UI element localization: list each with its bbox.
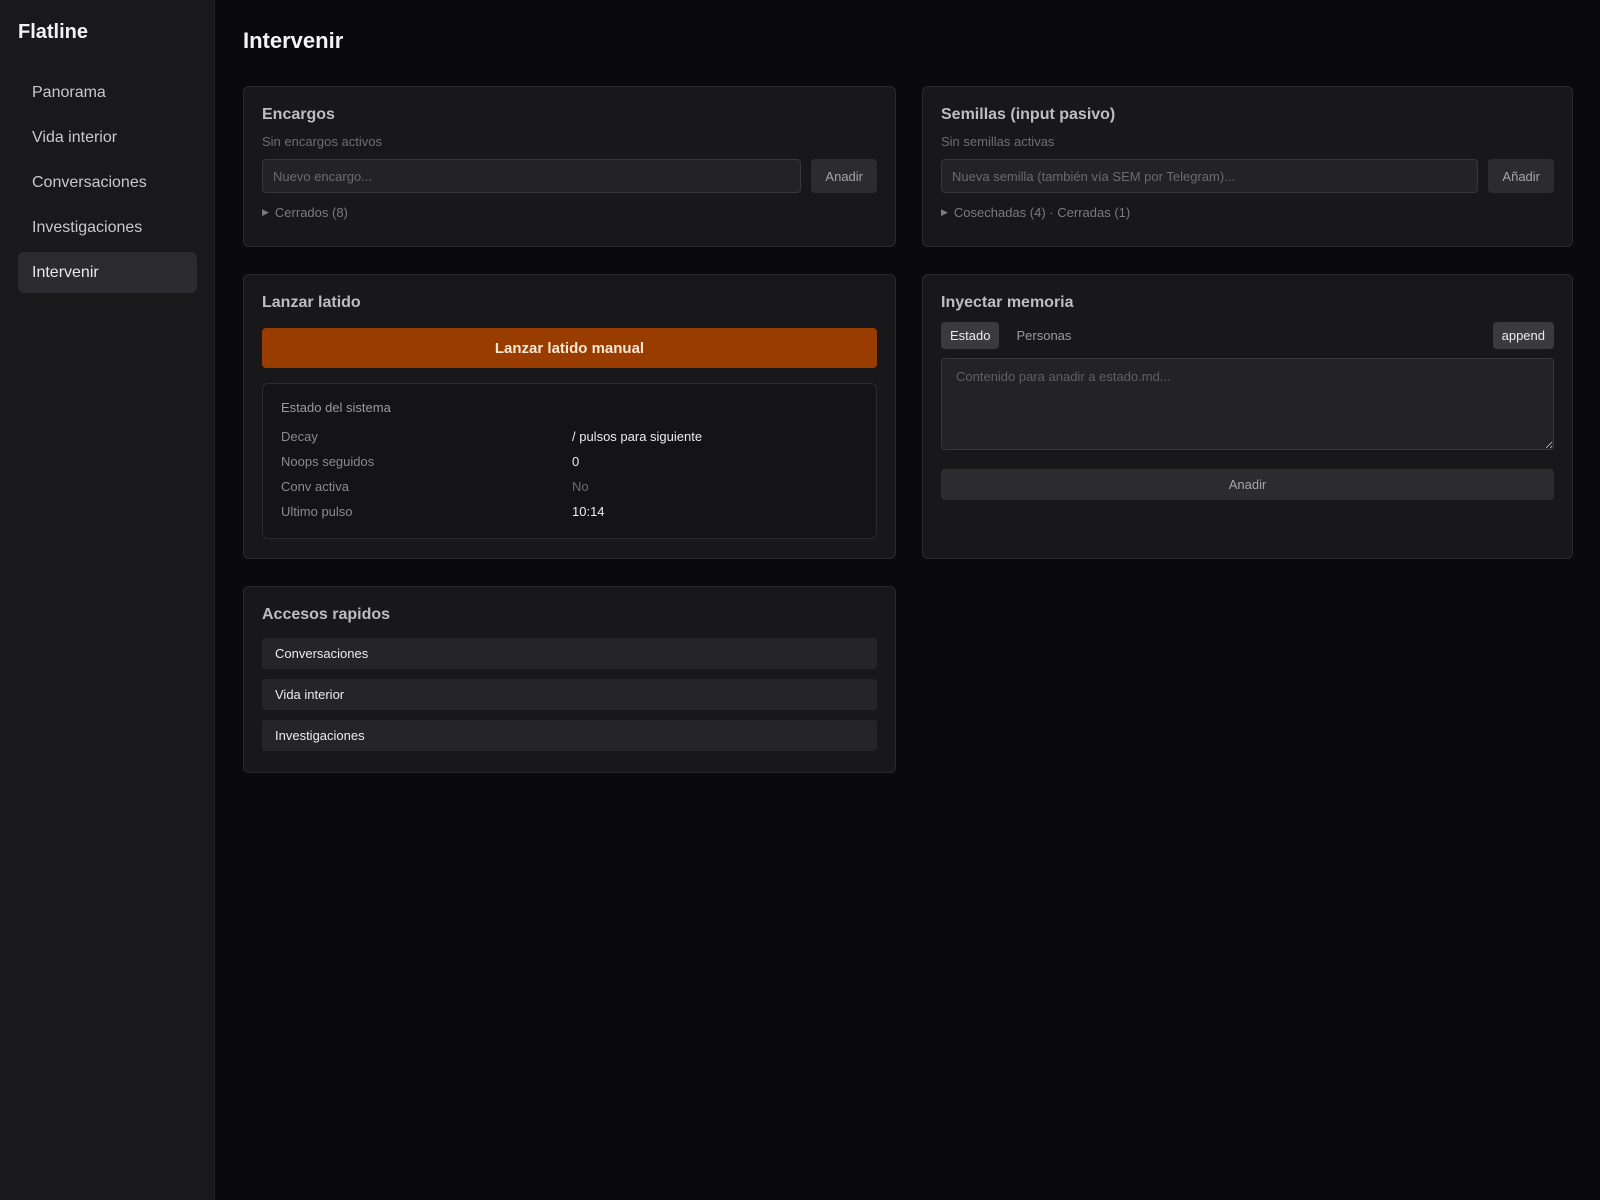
sidebar-item-conversaciones[interactable]: Conversaciones [18, 162, 197, 203]
accesos-title: Accesos rapidos [262, 606, 391, 623]
disclosure-triangle-icon: ▶ [262, 207, 269, 217]
launch-heartbeat-button[interactable]: Lanzar latido manual [262, 328, 877, 368]
semillas-card: Semillas (input pasivo) Sin semillas act… [922, 86, 1573, 247]
quick-link-vida-interior[interactable]: Vida interior [262, 679, 877, 710]
status-row-ultimo-pulso: Ultimo pulso 10:14 [281, 499, 858, 524]
encargos-closed-toggle[interactable]: ▶ Cerrados (8) [262, 205, 877, 220]
encargos-closed-label: Cerrados (8) [274, 205, 348, 220]
status-title: Estado del sistema [281, 400, 391, 415]
status-value: 10:14 [572, 504, 605, 519]
status-row-noops: Noops seguidos 0 [281, 449, 858, 474]
semillas-closed-label: Cosechadas (4) · Cerradas (1) [953, 205, 1131, 220]
page-title: Intervenir [243, 28, 344, 53]
status-key: Ultimo pulso [281, 504, 353, 519]
status-key: Decay [281, 429, 318, 444]
accesos-card: Accesos rapidos Conversaciones Vida inte… [243, 586, 896, 773]
sidebar-item-intervenir[interactable]: Intervenir [18, 252, 197, 293]
memoria-card: Inyectar memoria Estado Personas append … [922, 274, 1573, 559]
status-value: No [572, 479, 589, 494]
quick-link-conversaciones[interactable]: Conversaciones [262, 638, 877, 669]
status-row-conv-activa: Conv activa No [281, 474, 858, 499]
semillas-empty-text: Sin semillas activas [941, 134, 1055, 149]
encargo-add-button[interactable]: Anadir [811, 159, 877, 193]
status-value: 0 [572, 454, 580, 469]
semillas-title: Semillas (input pasivo) [941, 106, 1116, 123]
memoria-submit-button[interactable]: Anadir [941, 469, 1554, 500]
semillas-form: Añadir [941, 159, 1554, 193]
encargos-card: Encargos Sin encargos activos Anadir ▶ C… [243, 86, 896, 247]
tab-estado[interactable]: Estado [941, 322, 1000, 349]
latido-title: Lanzar latido [262, 294, 361, 311]
status-row-decay: Decay / pulsos para siguiente [281, 424, 858, 449]
sidebar-nav: Panorama Vida interior Conversaciones In… [18, 72, 197, 297]
system-status-panel: Estado del sistema Decay / pulsos para s… [262, 383, 877, 539]
semilla-input[interactable] [941, 159, 1479, 193]
encargos-title: Encargos [262, 106, 335, 123]
sidebar-item-vida-interior[interactable]: Vida interior [18, 117, 197, 158]
semillas-closed-toggle[interactable]: ▶ Cosechadas (4) · Cerradas (1) [941, 205, 1554, 220]
encargo-input[interactable] [262, 159, 802, 193]
sidebar-item-panorama[interactable]: Panorama [18, 72, 197, 113]
latido-card: Lanzar latido Lanzar latido manual Estad… [243, 274, 896, 559]
tab-personas[interactable]: Personas [1007, 322, 1080, 349]
app-brand: Flatline [18, 21, 89, 43]
status-key: Noops seguidos [281, 454, 375, 469]
status-value: / pulsos para siguiente [572, 429, 703, 444]
append-mode-toggle[interactable]: append [1492, 322, 1554, 349]
quick-link-investigaciones[interactable]: Investigaciones [262, 720, 877, 751]
memoria-title: Inyectar memoria [941, 294, 1074, 311]
semilla-add-button[interactable]: Añadir [1488, 159, 1554, 193]
sidebar: Flatline Panorama Vida interior Conversa… [0, 0, 215, 1200]
memoria-tabs: Estado Personas append [941, 322, 1554, 349]
memoria-textarea[interactable] [941, 358, 1554, 450]
encargos-form: Anadir [262, 159, 877, 193]
status-key: Conv activa [281, 479, 349, 494]
encargos-empty-text: Sin encargos activos [262, 134, 382, 149]
sidebar-item-investigaciones[interactable]: Investigaciones [18, 207, 197, 248]
disclosure-triangle-icon: ▶ [941, 207, 948, 217]
